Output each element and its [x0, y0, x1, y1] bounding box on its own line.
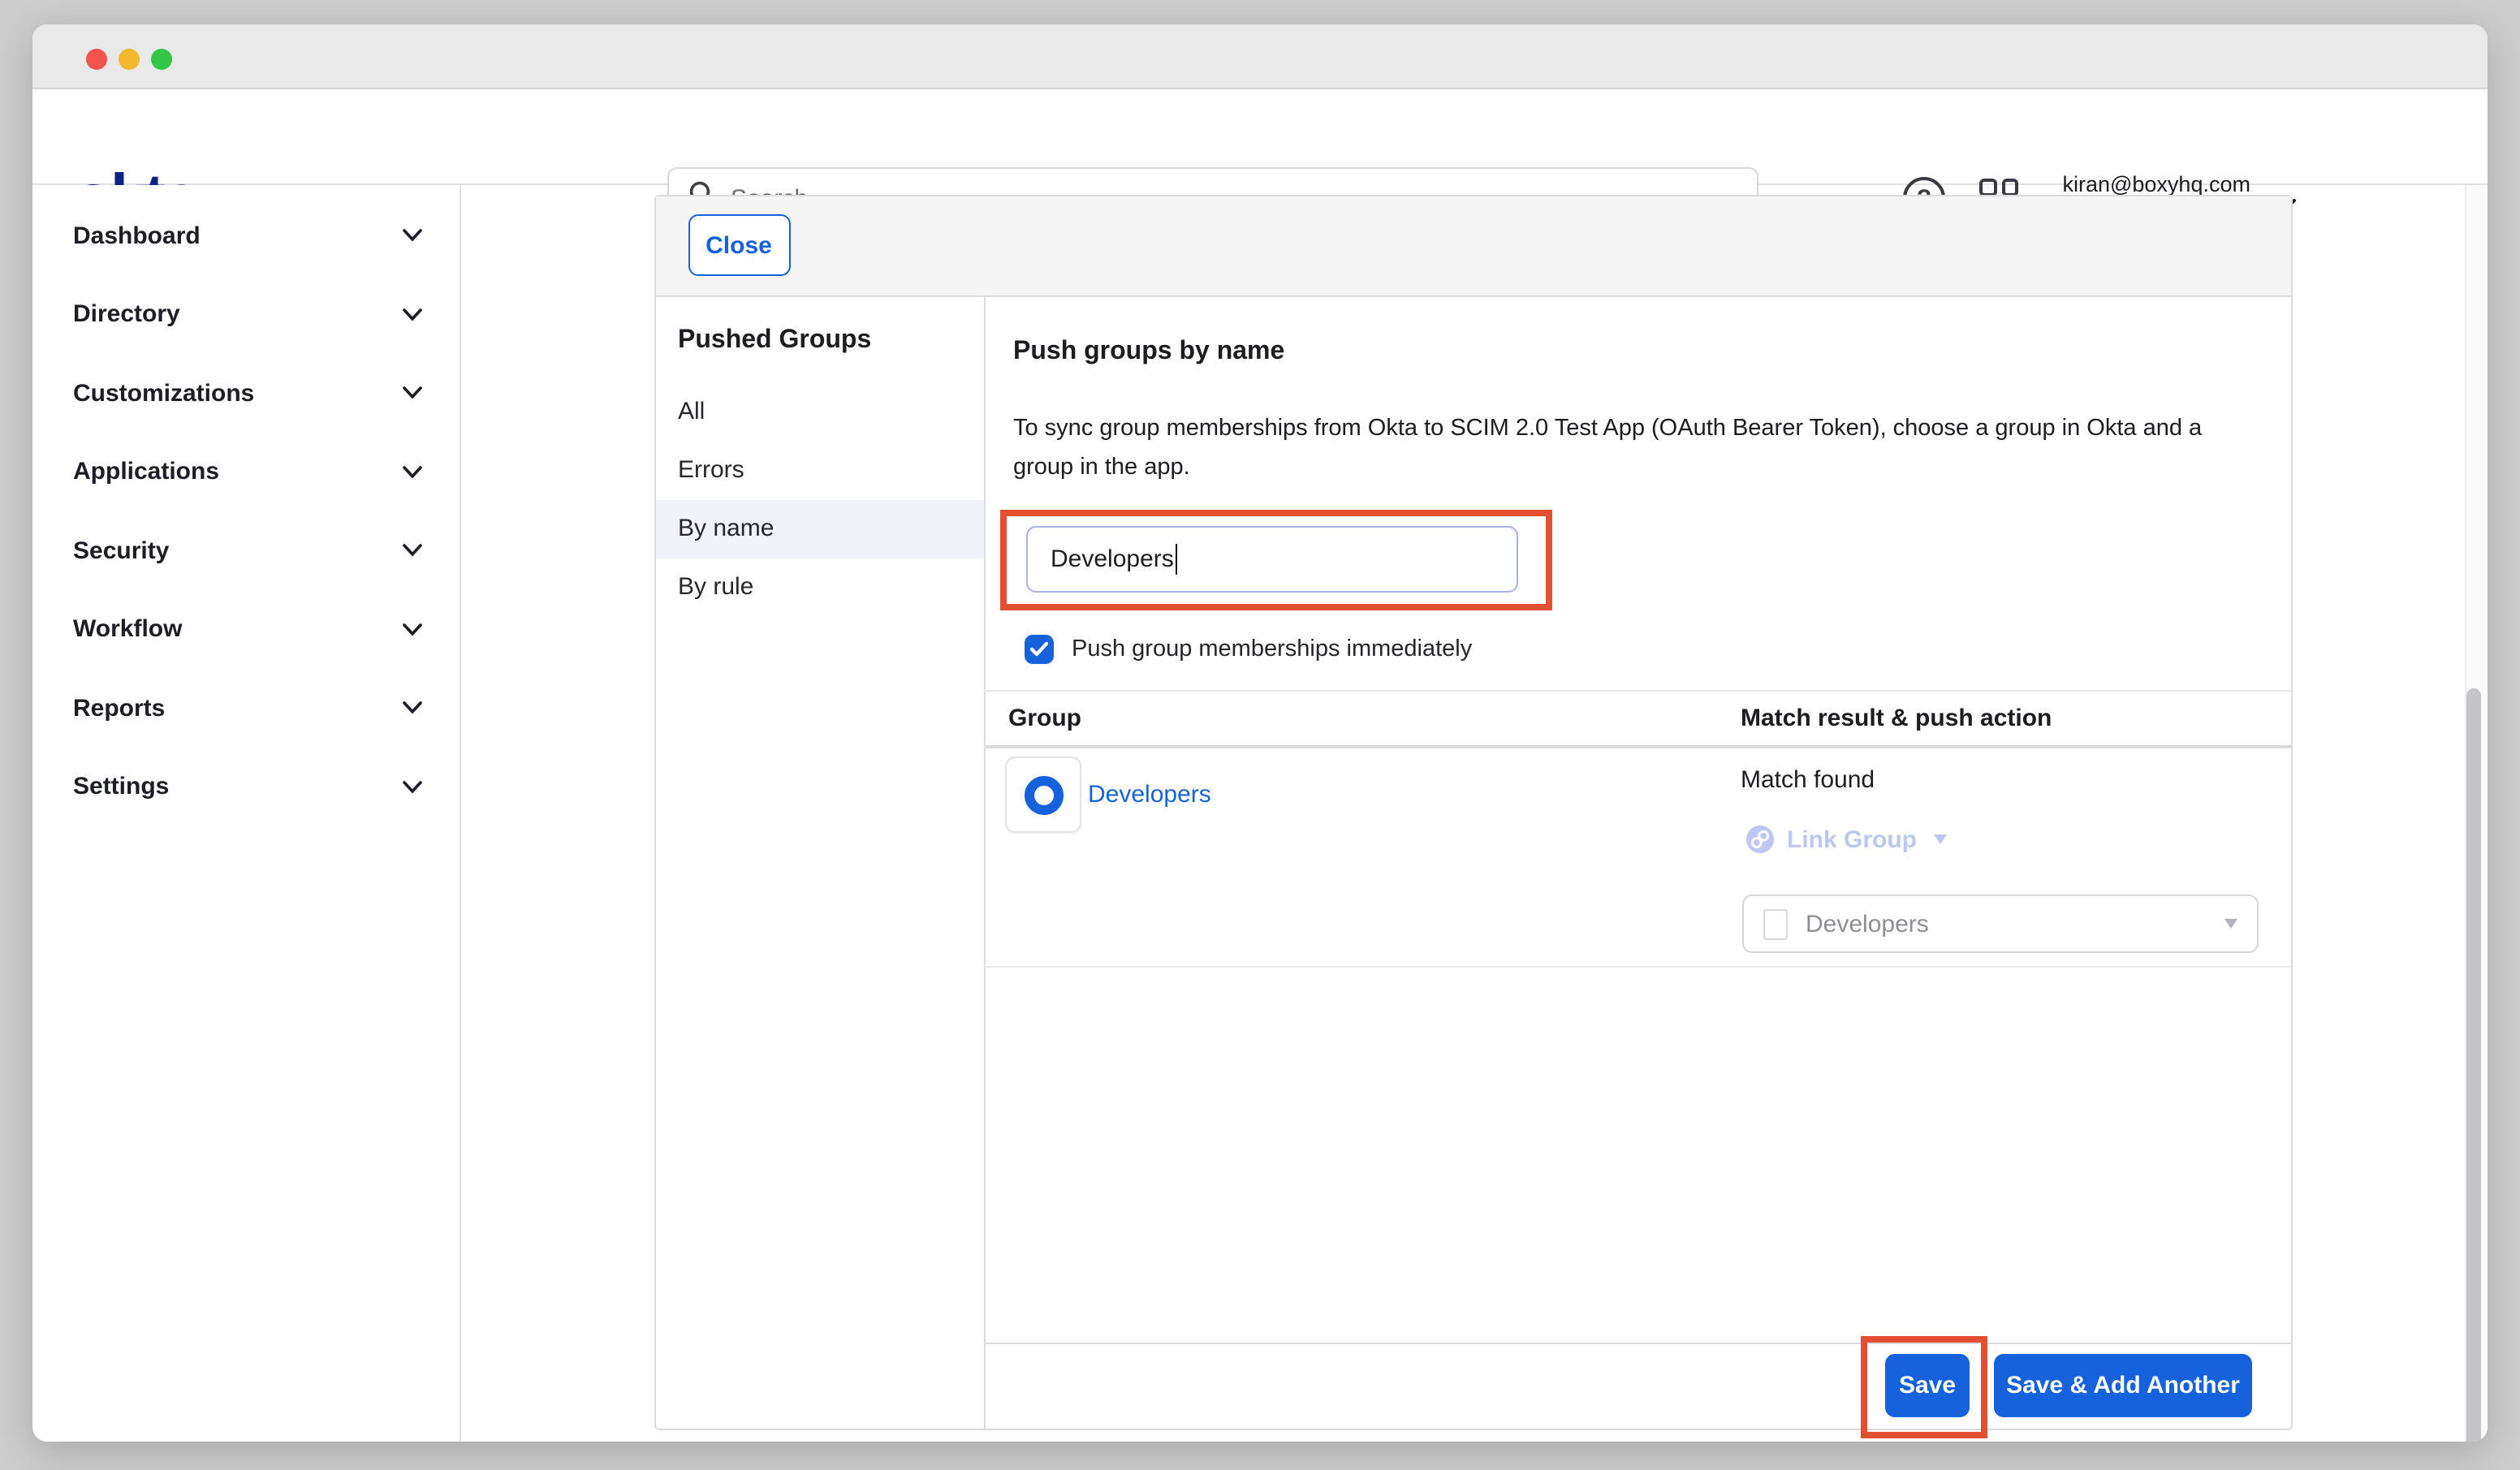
check-icon	[1029, 641, 1049, 657]
tab-by-rule[interactable]: By rule	[655, 558, 984, 616]
tab-label: By rule	[678, 573, 753, 601]
grid-square	[1979, 179, 1996, 196]
pushed-groups-title: Pushed Groups	[678, 326, 871, 356]
sidebar-item-label: Settings	[73, 774, 169, 801]
column-header-match: Match result & push action	[1741, 705, 2052, 732]
app-group-value: Developers	[1806, 910, 2207, 938]
push-immediately-label: Push group memberships immediately	[1072, 636, 1472, 662]
sidebar-item-dashboard[interactable]: Dashboard	[32, 196, 459, 275]
chevron-down-icon	[403, 308, 422, 321]
caret-down-icon	[1933, 834, 1946, 844]
sidebar-item-label: Workflow	[73, 616, 182, 644]
tab-errors[interactable]: Errors	[655, 441, 984, 499]
section-description: To sync group memberships from Okta to S…	[1013, 409, 2231, 487]
sidebar-item-settings[interactable]: Settings	[32, 748, 459, 826]
footer-divider	[984, 1343, 2291, 1344]
subnav-divider	[984, 297, 986, 1429]
column-header-group: Group	[1008, 705, 1081, 732]
group-name-value: Developers	[1051, 545, 1174, 573]
window-titlebar	[32, 24, 2488, 89]
sidebar-item-label: Customizations	[73, 380, 254, 407]
link-icon	[1745, 825, 1774, 854]
link-group-label: Link Group	[1787, 826, 1917, 853]
chevron-down-icon	[403, 387, 422, 400]
tab-label: By name	[678, 515, 774, 542]
link-group-button[interactable]: Link Group	[1745, 825, 1946, 854]
caret-down-icon	[2224, 919, 2237, 929]
window-zoom-icon[interactable]	[150, 48, 171, 69]
panel-toolbar: Close	[655, 196, 2291, 297]
scrollbar-thumb[interactable]	[2466, 688, 2480, 1441]
close-button[interactable]: Close	[688, 214, 790, 276]
sidebar-item-label: Applications	[73, 459, 219, 486]
chevron-down-icon	[403, 781, 422, 794]
window-minimize-icon[interactable]	[118, 48, 139, 69]
tab-label: Errors	[678, 456, 744, 484]
table-top-border	[984, 690, 2291, 692]
app-group-dropdown[interactable]: Developers	[1742, 895, 2259, 953]
text-cursor	[1176, 544, 1178, 575]
sidebar-item-directory[interactable]: Directory	[32, 275, 459, 354]
sidebar-item-applications[interactable]: Applications	[32, 433, 459, 511]
chevron-down-icon	[403, 230, 422, 243]
sidebar-item-label: Reports	[73, 695, 165, 722]
match-status: Match found	[1741, 766, 1875, 794]
group-name-link[interactable]: Developers	[1088, 781, 1211, 808]
chevron-down-icon	[403, 545, 422, 558]
page: okta ? kiran@boxyhq.com okta-dev-2090126…	[0, 0, 2520, 1470]
sidebar-item-label: Security	[73, 537, 169, 565]
window-close-icon[interactable]	[85, 48, 106, 69]
group-name-input[interactable]: Developers	[1026, 526, 1518, 593]
sidebar-divider	[459, 185, 460, 1441]
tab-label: All	[678, 398, 705, 425]
sidebar-nav: Dashboard Directory Customizations Appli…	[32, 185, 459, 1441]
group-donut-icon	[1024, 775, 1063, 814]
section-heading: Push groups by name	[1013, 338, 1284, 367]
save-add-another-button[interactable]: Save & Add Another	[1994, 1353, 2252, 1417]
sidebar-item-label: Directory	[73, 301, 180, 329]
group-avatar	[1005, 757, 1081, 833]
scrollbar-track[interactable]	[2464, 185, 2485, 1441]
push-immediately-checkbox[interactable]	[1025, 635, 1054, 664]
chevron-down-icon	[403, 623, 422, 636]
app-header: okta ? kiran@boxyhq.com okta-dev-2090126…	[32, 89, 2488, 185]
sidebar-item-workflow[interactable]: Workflow	[32, 590, 459, 669]
row-bottom-border	[984, 966, 2291, 968]
tab-all[interactable]: All	[655, 382, 984, 441]
save-button[interactable]: Save	[1885, 1353, 1970, 1417]
tab-by-name[interactable]: By name	[655, 499, 984, 558]
sidebar-item-reports[interactable]: Reports	[32, 669, 459, 748]
app-window: okta ? kiran@boxyhq.com okta-dev-2090126…	[32, 24, 2488, 1441]
grid-square	[2001, 179, 2018, 196]
sidebar-item-security[interactable]: Security	[32, 511, 459, 590]
table-header-border	[984, 745, 2291, 748]
chevron-down-icon	[403, 702, 422, 715]
sidebar-item-customizations[interactable]: Customizations	[32, 354, 459, 433]
chevron-down-icon	[403, 466, 422, 479]
sidebar-item-label: Dashboard	[73, 222, 201, 250]
push-groups-panel: Close Pushed Groups All Errors By name B…	[654, 195, 2293, 1430]
app-group-icon	[1763, 908, 1788, 939]
